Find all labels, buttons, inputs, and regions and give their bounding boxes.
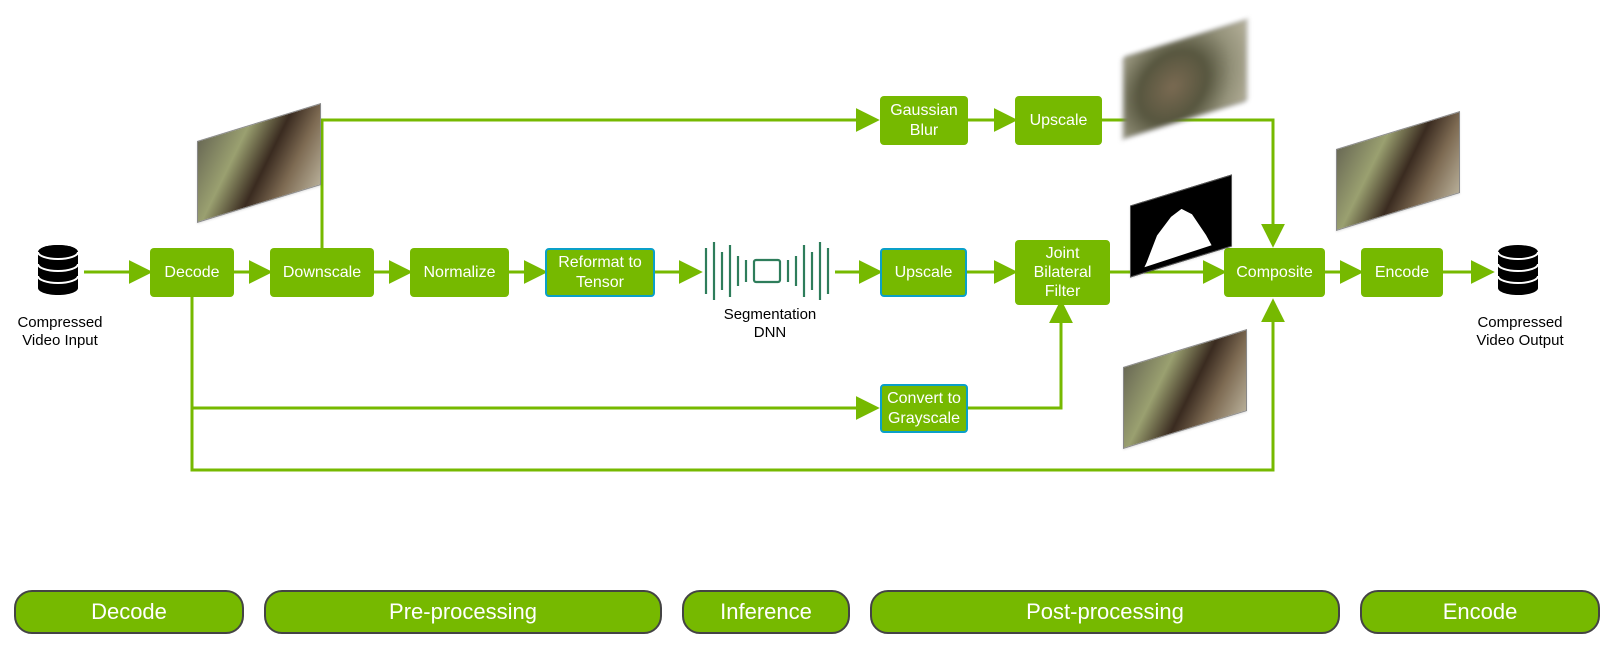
node-composite: Composite	[1224, 248, 1325, 297]
segmentation-dnn-label: Segmentation DNN	[710, 306, 830, 342]
stage-infer: Inference	[682, 590, 850, 634]
stage-decode: Decode	[14, 590, 244, 634]
node-joint-bilateral-filter: Joint Bilateral Filter	[1015, 240, 1110, 305]
input-label: Compressed Video Input	[10, 314, 110, 350]
stage-pre: Pre-processing	[264, 590, 662, 634]
database-input-icon	[34, 244, 82, 300]
stage-encode: Encode	[1360, 590, 1600, 634]
node-upscale-top: Upscale	[1015, 96, 1102, 145]
node-normalize: Normalize	[410, 248, 509, 297]
node-upscale-main: Upscale	[880, 248, 967, 297]
node-reformat-to-tensor: Reformat to Tensor	[545, 248, 655, 297]
stage-post: Post-processing	[870, 590, 1340, 634]
database-output-icon	[1494, 244, 1542, 300]
node-convert-to-grayscale: Convert to Grayscale	[880, 384, 968, 433]
node-encode: Encode	[1361, 248, 1443, 297]
output-label: Compressed Video Output	[1465, 314, 1575, 350]
node-gaussian-blur: Gaussian Blur	[880, 96, 968, 145]
segmentation-dnn-icon	[700, 236, 835, 306]
node-downscale: Downscale	[270, 248, 374, 297]
node-decode: Decode	[150, 248, 234, 297]
